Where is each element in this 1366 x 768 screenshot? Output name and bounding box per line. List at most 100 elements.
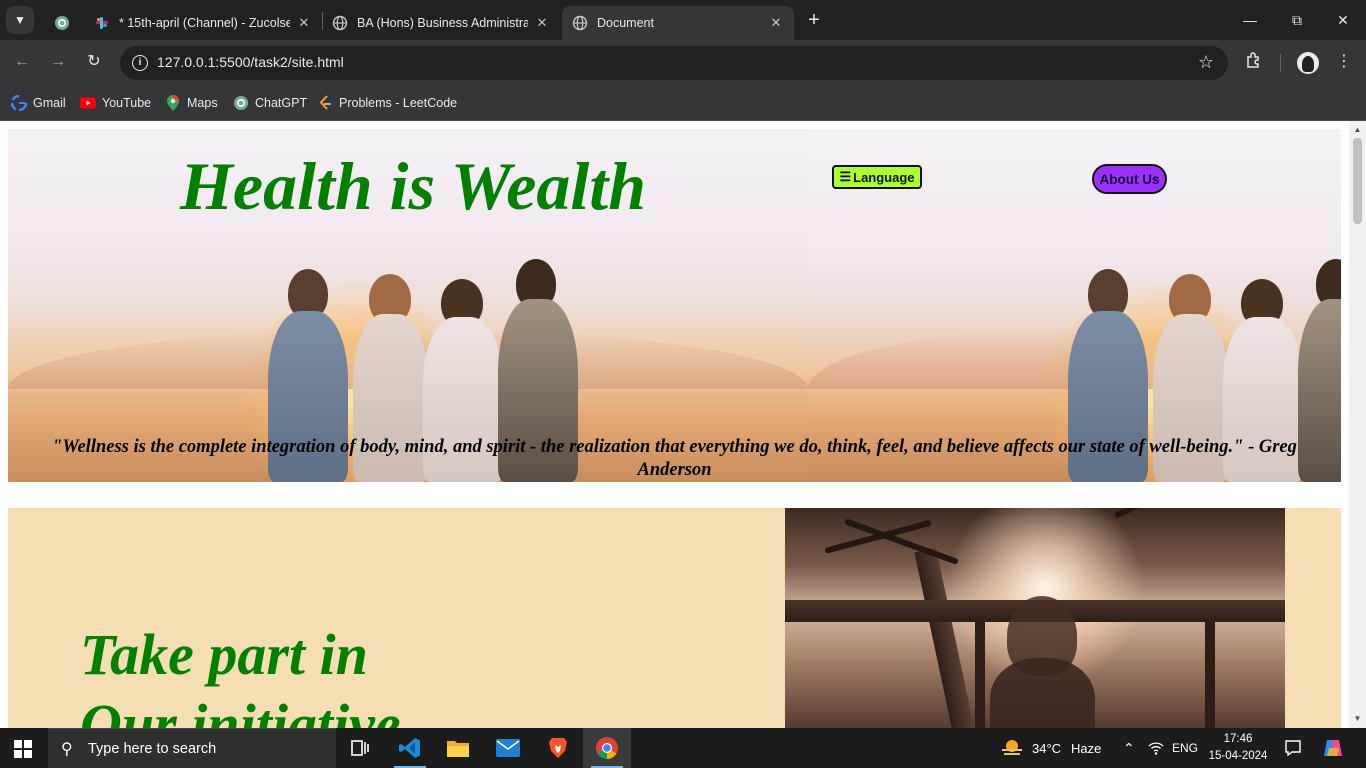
url-text[interactable]: 127.0.0.1:5500/task2/site.html <box>157 54 344 70</box>
plus-icon: + <box>808 9 820 31</box>
tab-search-button[interactable]: ▼ <box>6 6 34 34</box>
bookmark-label: ChatGPT <box>255 96 308 110</box>
bookmark-maps[interactable]: Maps <box>165 92 218 114</box>
woman-silhouette-body <box>990 658 1095 728</box>
profile-avatar[interactable] <box>1297 52 1319 74</box>
close-icon[interactable]: ✕ <box>768 15 784 31</box>
bookmark-label: Problems - LeetCode <box>339 96 458 110</box>
bookmark-youtube[interactable]: YouTube <box>80 92 151 114</box>
arrow-left-icon: ← <box>14 53 30 70</box>
bookmarks-bar: Gmail YouTube Maps ChatGPT Problems - Le… <box>0 85 1366 121</box>
initiative-heading: Take part in Our initiative <box>80 620 401 728</box>
notification-icon <box>1285 740 1301 757</box>
page-title: Health is Wealth <box>180 148 647 224</box>
folder-icon <box>447 741 469 757</box>
page-viewport: Health is Wealth ☰ Language About Us "We… <box>0 121 1349 728</box>
taskbar-search-box[interactable]: ⚲ Type here to search <box>48 728 336 768</box>
reload-button[interactable]: ↻ <box>82 50 106 74</box>
scroll-up-arrow-icon[interactable]: ▲ <box>1349 123 1366 137</box>
toolbar-divider <box>1280 54 1281 72</box>
google-icon <box>11 95 27 111</box>
input-language[interactable]: ENG <box>1172 728 1198 768</box>
site-info-icon[interactable]: i <box>132 55 148 71</box>
globe-icon <box>332 15 348 31</box>
close-icon[interactable]: ✕ <box>296 15 312 31</box>
forward-button[interactable]: → <box>46 50 70 74</box>
copilot-button[interactable] <box>1322 728 1344 768</box>
brave-icon <box>549 738 567 758</box>
tab-ba-hons[interactable]: BA (Hons) Business Administrati ✕ <box>322 6 560 40</box>
close-window-button[interactable]: ✕ <box>1331 8 1355 32</box>
new-tab-button[interactable]: + <box>804 10 824 30</box>
task-view-button[interactable] <box>336 728 384 768</box>
task-view-icon <box>351 740 369 756</box>
minimize-button[interactable]: — <box>1238 8 1262 32</box>
maps-icon <box>165 95 181 111</box>
slack-icon <box>94 15 110 31</box>
taskbar-chrome[interactable] <box>583 728 631 768</box>
windows-start-icon[interactable] <box>14 740 32 758</box>
weather-condition: Haze <box>1071 740 1102 756</box>
initiative-section: Take part in Our initiative <box>8 508 1341 728</box>
taskbar-file-explorer[interactable] <box>434 728 482 768</box>
back-button[interactable]: ← <box>10 50 34 74</box>
initiative-image <box>785 508 1285 728</box>
hero-banner: Health is Wealth ☰ Language About Us "We… <box>8 129 1341 482</box>
bookmark-star-icon[interactable]: ☆ <box>1198 52 1214 73</box>
tab-slack[interactable]: * 15th-april (Channel) - Zucolse ✕ <box>84 6 322 40</box>
browser-toolbar: ← → ↻ i 127.0.0.1:5500/task2/site.html ☆… <box>0 40 1366 85</box>
bookmark-chatgpt[interactable]: ChatGPT <box>233 92 307 114</box>
arrow-right-icon: → <box>50 53 66 70</box>
extensions-icon[interactable] <box>1243 51 1265 73</box>
page-scrollbar[interactable]: ▲ ▼ <box>1349 121 1366 728</box>
scroll-down-arrow-icon[interactable]: ▼ <box>1349 712 1366 726</box>
scroll-thumb[interactable] <box>1353 138 1362 224</box>
taskbar-search-placeholder: Type here to search <box>88 741 217 757</box>
taskbar-clock[interactable]: 17:46 15-04-2024 <box>1203 731 1273 765</box>
tab-title: * 15th-april (Channel) - Zucolse <box>119 16 290 30</box>
taskbar-vscode[interactable] <box>386 728 434 768</box>
restore-button[interactable]: ⧉ <box>1285 8 1309 32</box>
tray-overflow-button[interactable]: ⌃ <box>1123 728 1135 768</box>
palm-frond <box>1113 508 1253 519</box>
taskbar-brave[interactable] <box>534 728 582 768</box>
copilot-icon <box>1324 740 1342 756</box>
close-icon[interactable]: ✕ <box>534 15 550 31</box>
windows-taskbar: ⚲ Type here to search 34°C Haze ⌃ ENG 17… <box>0 728 1366 768</box>
weather-haze-icon <box>1002 740 1022 755</box>
tab-title: BA (Hons) Business Administrati <box>357 16 528 30</box>
bookmark-leetcode[interactable]: Problems - LeetCode <box>317 92 457 114</box>
notification-button[interactable] <box>1284 728 1302 768</box>
reload-icon: ↻ <box>87 53 101 70</box>
chatgpt-icon <box>233 95 249 111</box>
search-icon: ⚲ <box>61 741 73 758</box>
globe-icon <box>572 15 588 31</box>
about-us-button[interactable]: About Us <box>1092 164 1167 194</box>
mail-icon <box>496 739 520 757</box>
taskbar-mail[interactable] <box>484 728 532 768</box>
language-button[interactable]: ☰ Language <box>832 165 922 189</box>
tab-title: Document <box>597 16 654 30</box>
more-menu-icon[interactable]: ⋮ <box>1333 51 1355 73</box>
clock-time: 17:46 <box>1223 733 1253 745</box>
vscode-icon <box>399 738 420 758</box>
chrome-icon <box>596 737 618 759</box>
fence-post <box>1205 622 1215 728</box>
restore-icon: ⧉ <box>1292 12 1302 28</box>
bookmark-label: YouTube <box>102 96 152 110</box>
bookmark-label: Gmail <box>33 96 66 110</box>
chevron-down-icon: ▼ <box>14 13 26 27</box>
youtube-icon <box>80 95 96 111</box>
network-icon[interactable] <box>1148 728 1164 768</box>
language-button-label: Language <box>853 169 915 185</box>
bookmark-gmail[interactable]: Gmail <box>11 92 66 114</box>
address-bar[interactable]: i 127.0.0.1:5500/task2/site.html ☆ <box>120 46 1228 80</box>
minimize-icon: — <box>1243 12 1257 28</box>
hamburger-icon: ☰ <box>839 169 852 184</box>
bookmark-label: Maps <box>187 96 218 110</box>
weather-widget[interactable]: 34°C Haze <box>1000 728 1101 768</box>
tab-chatgpt[interactable] <box>44 6 80 40</box>
wellness-quote: "Wellness is the complete integration of… <box>52 437 1297 480</box>
tab-document[interactable]: Document ✕ <box>562 6 794 40</box>
weather-temp: 34°C <box>1032 740 1062 756</box>
